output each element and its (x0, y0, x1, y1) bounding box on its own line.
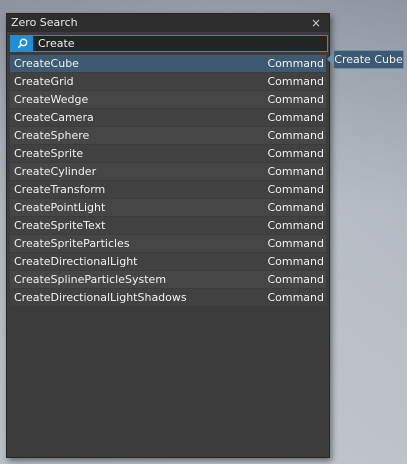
result-name: CreateSpriteText (14, 219, 106, 232)
result-type: Command (267, 219, 324, 232)
results-list: CreateCube Command CreateGrid Command Create… (10, 55, 326, 307)
result-name: CreateDirectionalLightShadows (14, 291, 187, 304)
result-name: CreateGrid (14, 75, 74, 88)
result-type: Command (267, 237, 324, 250)
result-name: CreateCamera (14, 111, 94, 124)
result-row[interactable]: CreateTransform Command (10, 181, 326, 198)
result-row[interactable]: CreateDirectionalLightShadows Command (10, 289, 326, 306)
result-type: Command (267, 201, 324, 214)
result-type: Command (267, 75, 324, 88)
close-icon[interactable]: × (309, 15, 323, 31)
result-name: CreateCylinder (14, 165, 97, 178)
tooltip: Create Cube (333, 50, 404, 69)
search-window: Zero Search × CreateCubeCommandCreateGri… (6, 13, 330, 458)
result-row[interactable]: CreateDirectionalLight Command (10, 253, 326, 270)
result-type: Command (267, 57, 324, 70)
result-name: CreateSphere (14, 129, 90, 142)
result-type: Command (267, 93, 324, 106)
result-name: CreateTransform (14, 183, 106, 196)
result-name: CreateWedge (14, 93, 89, 106)
result-row[interactable]: CreateCamera Command (10, 109, 326, 126)
result-name: CreateSprite (14, 147, 84, 160)
result-row[interactable]: CreateGrid Command (10, 73, 326, 90)
result-type: Command (267, 273, 324, 286)
result-row[interactable]: CreatePointLight Command (10, 199, 326, 216)
result-row[interactable]: CreateSpriteText Command (10, 217, 326, 234)
window-title: Zero Search (11, 16, 78, 29)
search-bar (10, 35, 328, 52)
result-type: Command (267, 147, 324, 160)
result-type: Command (267, 291, 324, 304)
result-name: CreatePointLight (14, 201, 106, 214)
result-type: Command (267, 111, 324, 124)
result-row[interactable]: CreateWedge Command (10, 91, 326, 108)
result-row[interactable]: CreateCube Command (10, 55, 326, 72)
result-name: CreateSpriteParticles (14, 237, 130, 250)
result-type: Command (267, 129, 324, 142)
result-name: CreateCube (14, 57, 79, 70)
search-input[interactable] (38, 36, 321, 51)
result-type: Command (267, 165, 324, 178)
result-row[interactable]: CreateCylinder Command (10, 163, 326, 180)
search-icon (17, 38, 28, 49)
result-type: Command (267, 255, 324, 268)
result-type: Command (267, 183, 324, 196)
result-row[interactable]: CreateSplineParticleSystem Command (10, 271, 326, 288)
result-name: CreateDirectionalLight (14, 255, 138, 268)
title-bar[interactable]: Zero Search × (7, 14, 329, 32)
search-button[interactable] (11, 36, 33, 51)
result-row[interactable]: CreateSphere Command (10, 127, 326, 144)
result-row[interactable]: CreateSpriteParticles Command (10, 235, 326, 252)
result-row[interactable]: CreateSprite Command (10, 145, 326, 162)
result-name: CreateSplineParticleSystem (14, 273, 167, 286)
